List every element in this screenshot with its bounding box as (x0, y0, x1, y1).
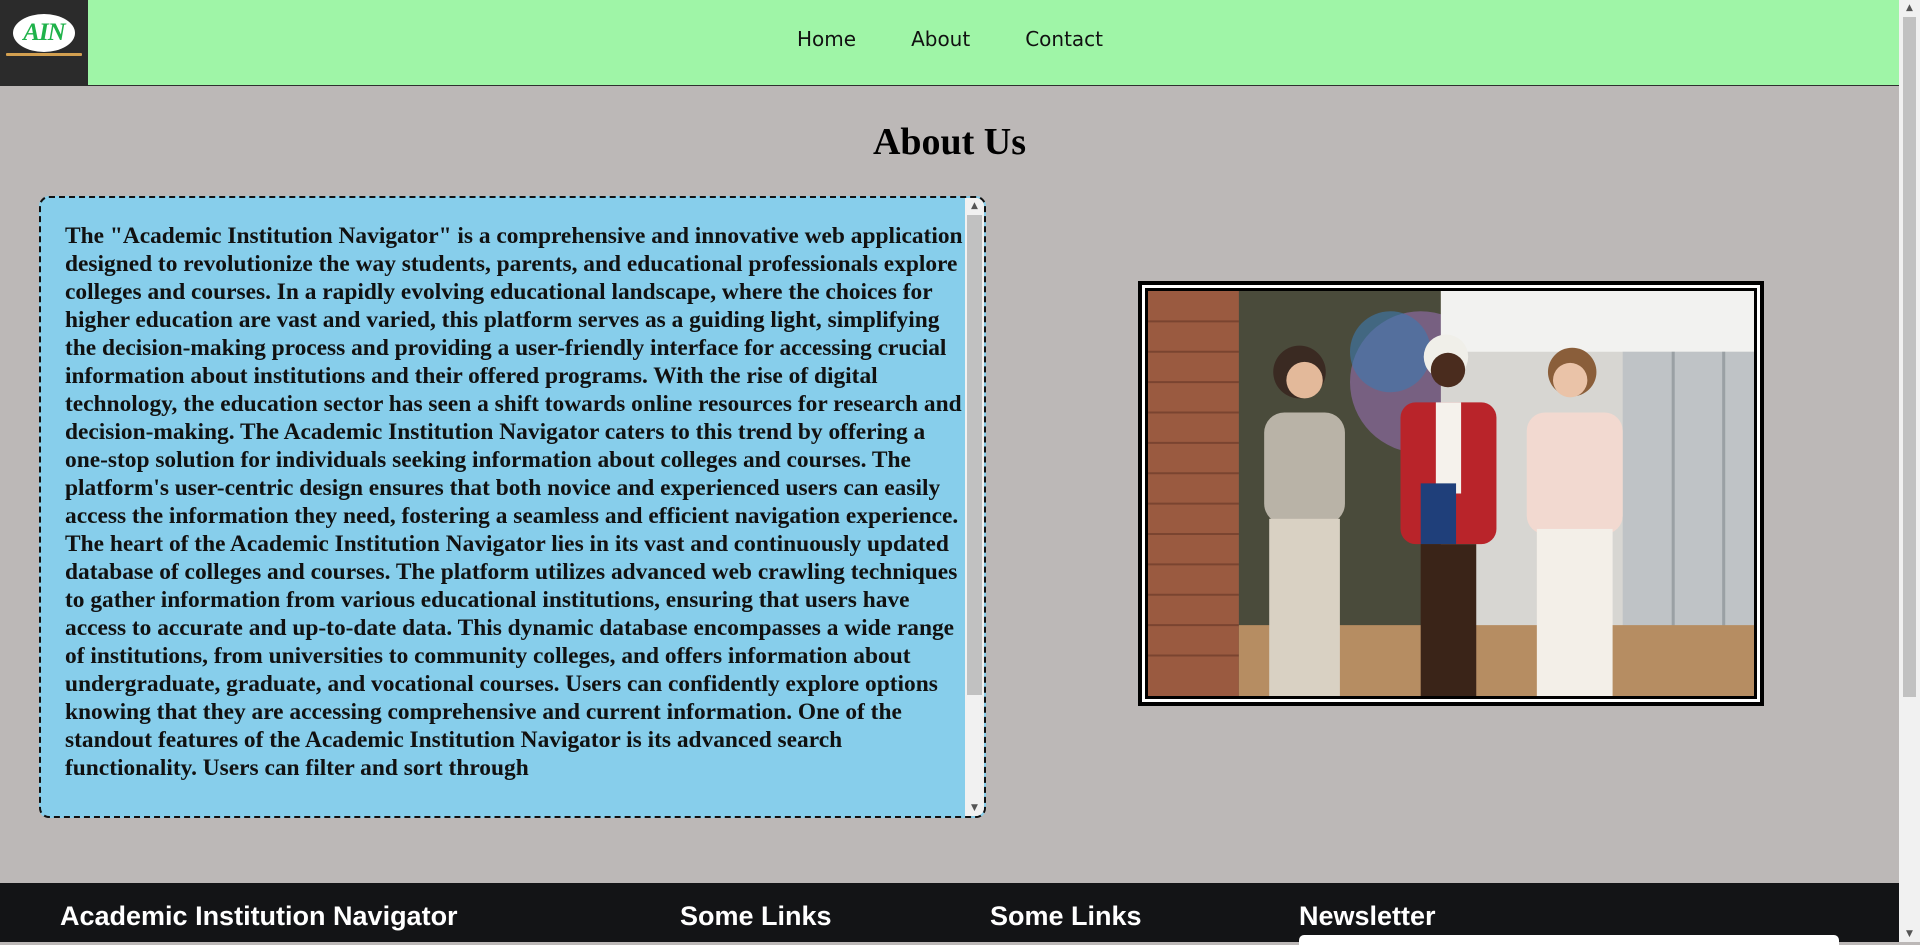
main-nav: Home About Contact (797, 27, 1158, 51)
page-scroll-up-icon[interactable]: ▲ (1899, 0, 1920, 16)
about-photo (1145, 288, 1757, 699)
about-box-scrollbar[interactable]: ▲ ▼ (965, 198, 984, 816)
about-box-scroll-thumb[interactable] (967, 215, 982, 695)
footer-links-heading-1: Some Links (680, 901, 832, 931)
site-header: AIN Home About Contact (0, 0, 1899, 86)
about-paragraph: The "Academic Institution Navigator" is … (65, 223, 963, 781)
newsletter-email-input[interactable] (1299, 935, 1839, 945)
about-text-box[interactable]: The "Academic Institution Navigator" is … (39, 196, 986, 818)
site-footer: Academic Institution Navigator Some Link… (0, 883, 1899, 945)
scroll-down-arrow-icon[interactable]: ▼ (965, 800, 984, 816)
nav-home-link[interactable]: Home (797, 27, 856, 51)
page-scrollbar[interactable]: ▲ ▼ (1899, 0, 1920, 942)
footer-newsletter-heading: Newsletter (1299, 901, 1436, 931)
footer-links-heading-2: Some Links (990, 901, 1142, 931)
logo-mark: AIN (13, 14, 75, 52)
site-logo[interactable]: AIN (0, 0, 88, 86)
three-women-walking-image (1148, 291, 1754, 696)
logo-caption-strip (6, 53, 82, 56)
page-title: About Us (872, 121, 1027, 163)
nav-about-link[interactable]: About (911, 27, 970, 51)
page-scroll-down-icon[interactable]: ▼ (1899, 926, 1920, 942)
nav-contact-link[interactable]: Contact (1025, 27, 1103, 51)
about-photo-frame (1138, 281, 1764, 706)
page-scroll-thumb[interactable] (1903, 17, 1916, 697)
footer-brand-heading: Academic Institution Navigator (60, 901, 458, 931)
scroll-up-arrow-icon[interactable]: ▲ (965, 198, 984, 214)
